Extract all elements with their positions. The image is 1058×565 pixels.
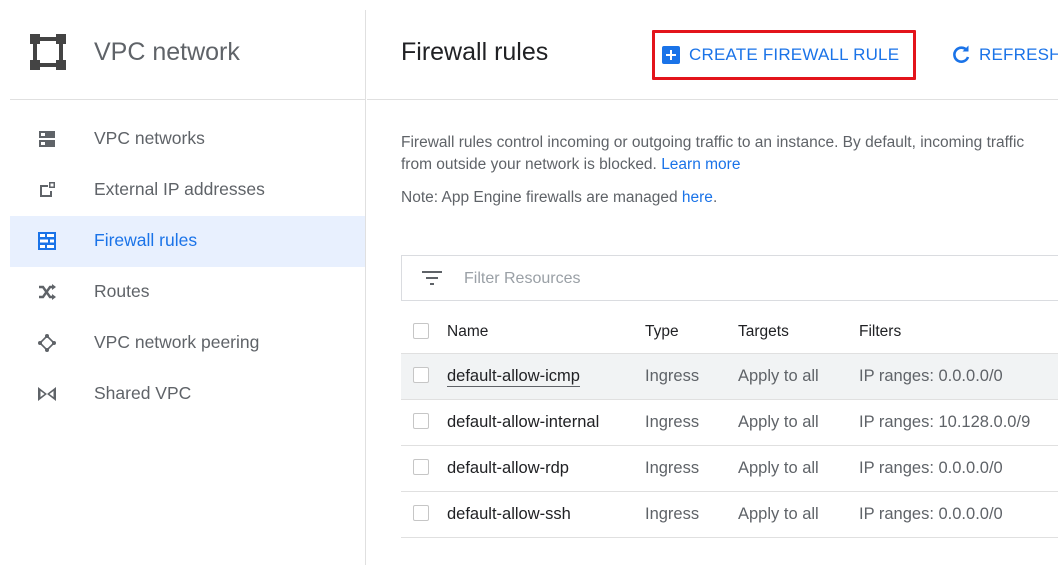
table-row[interactable]: default-allow-internal Ingress Apply to …: [401, 400, 1058, 446]
shared-vpc-icon: [38, 385, 56, 403]
rule-filters: IP ranges: 0.0.0.0/0: [859, 505, 1003, 523]
rule-type: Ingress: [645, 505, 700, 523]
add-box-icon: [662, 46, 680, 64]
sidebar-item-label: Shared VPC: [94, 383, 192, 403]
rule-targets: Apply to all: [738, 367, 819, 385]
sidebar-item-label: External IP addresses: [94, 179, 265, 199]
sidebar-item-firewall-rules[interactable]: Firewall rules: [10, 216, 365, 267]
row-checkbox[interactable]: [413, 367, 429, 383]
sidebar-header: VPC network: [10, 10, 366, 100]
sidebar-item-label: Firewall rules: [94, 230, 198, 250]
rule-name[interactable]: default-allow-rdp: [447, 459, 569, 478]
rule-name[interactable]: default-allow-ssh: [447, 505, 571, 524]
note-suffix: .: [712, 189, 718, 206]
table-row[interactable]: default-allow-icmp Ingress Apply to all …: [401, 354, 1058, 400]
row-checkbox[interactable]: [413, 413, 429, 429]
table-row[interactable]: default-allow-ssh Ingress Apply to all I…: [401, 492, 1058, 538]
rule-type: Ingress: [645, 367, 700, 385]
rule-type: Ingress: [645, 413, 700, 431]
description: Firewall rules control incoming or outgo…: [401, 132, 1041, 176]
sidebar-item-shared-vpc[interactable]: Shared VPC: [10, 369, 365, 420]
sidebar-item-external-ip[interactable]: External IP addresses: [10, 165, 365, 216]
rule-targets: Apply to all: [738, 505, 819, 523]
rule-type: Ingress: [645, 459, 700, 477]
peering-icon: [38, 334, 56, 352]
filter-bar: [401, 255, 1058, 301]
table-header-row: Name Type Targets Filters: [401, 312, 1058, 354]
table-row[interactable]: default-allow-rdp Ingress Apply to all I…: [401, 446, 1058, 492]
rule-name[interactable]: default-allow-internal: [447, 413, 599, 432]
select-all-checkbox[interactable]: [413, 323, 429, 339]
main-header: Firewall rules CREATE FIREWALL RULE REFR…: [367, 10, 1058, 100]
external-ip-icon: [38, 181, 56, 199]
rule-filters: IP ranges: 0.0.0.0/0: [859, 459, 1003, 477]
routes-icon: [38, 283, 56, 301]
refresh-button-label: REFRESH: [979, 45, 1058, 64]
refresh-button[interactable]: REFRESH: [951, 43, 1058, 67]
rule-targets: Apply to all: [738, 459, 819, 477]
main-content: Firewall rules CREATE FIREWALL RULE REFR…: [367, 10, 1058, 565]
vpc-networks-icon: [38, 130, 56, 148]
firewall-rules-table: Name Type Targets Filters default-allow-…: [401, 312, 1058, 538]
rule-name[interactable]: default-allow-icmp: [447, 367, 580, 387]
sidebar-nav: VPC networks External IP addresses Firew…: [10, 114, 365, 420]
rule-filters: IP ranges: 10.128.0.0/9: [859, 413, 1031, 431]
rule-name-link[interactable]: default-allow-icmp: [447, 367, 580, 387]
rule-filters: IP ranges: 0.0.0.0/0: [859, 367, 1003, 385]
learn-more-link[interactable]: Learn more: [661, 156, 740, 173]
firewall-icon: [38, 232, 56, 250]
sidebar-item-vpc-peering[interactable]: VPC network peering: [10, 318, 365, 369]
sidebar-item-vpc-networks[interactable]: VPC networks: [10, 114, 365, 165]
vpc-network-logo-icon: [30, 34, 66, 70]
filter-input[interactable]: [462, 267, 866, 291]
create-firewall-rule-button[interactable]: CREATE FIREWALL RULE: [662, 43, 899, 67]
column-header-targets[interactable]: Targets: [738, 323, 789, 341]
sidebar-item-label: VPC network peering: [94, 332, 260, 352]
sidebar-item-routes[interactable]: Routes: [10, 267, 365, 318]
column-header-name[interactable]: Name: [447, 323, 488, 341]
row-checkbox[interactable]: [413, 505, 429, 521]
note-text: Note: App Engine firewalls are managed: [401, 189, 678, 206]
refresh-icon: [953, 45, 970, 63]
filter-icon: [422, 271, 442, 285]
product-title: VPC network: [94, 38, 240, 66]
row-checkbox[interactable]: [413, 459, 429, 475]
column-header-filters[interactable]: Filters: [859, 323, 901, 341]
column-header-type[interactable]: Type: [645, 323, 679, 341]
here-link[interactable]: here: [682, 189, 713, 206]
sidebar-item-label: VPC networks: [94, 128, 205, 148]
frame-edge: [0, 0, 10, 565]
sidebar-item-label: Routes: [94, 281, 150, 301]
create-button-label: CREATE FIREWALL RULE: [689, 45, 900, 64]
app-engine-note: Note: App Engine firewalls are managed h…: [401, 189, 717, 207]
rule-targets: Apply to all: [738, 413, 819, 431]
sidebar: VPC network VPC networks External IP add…: [10, 10, 366, 565]
page-title: Firewall rules: [401, 38, 549, 66]
